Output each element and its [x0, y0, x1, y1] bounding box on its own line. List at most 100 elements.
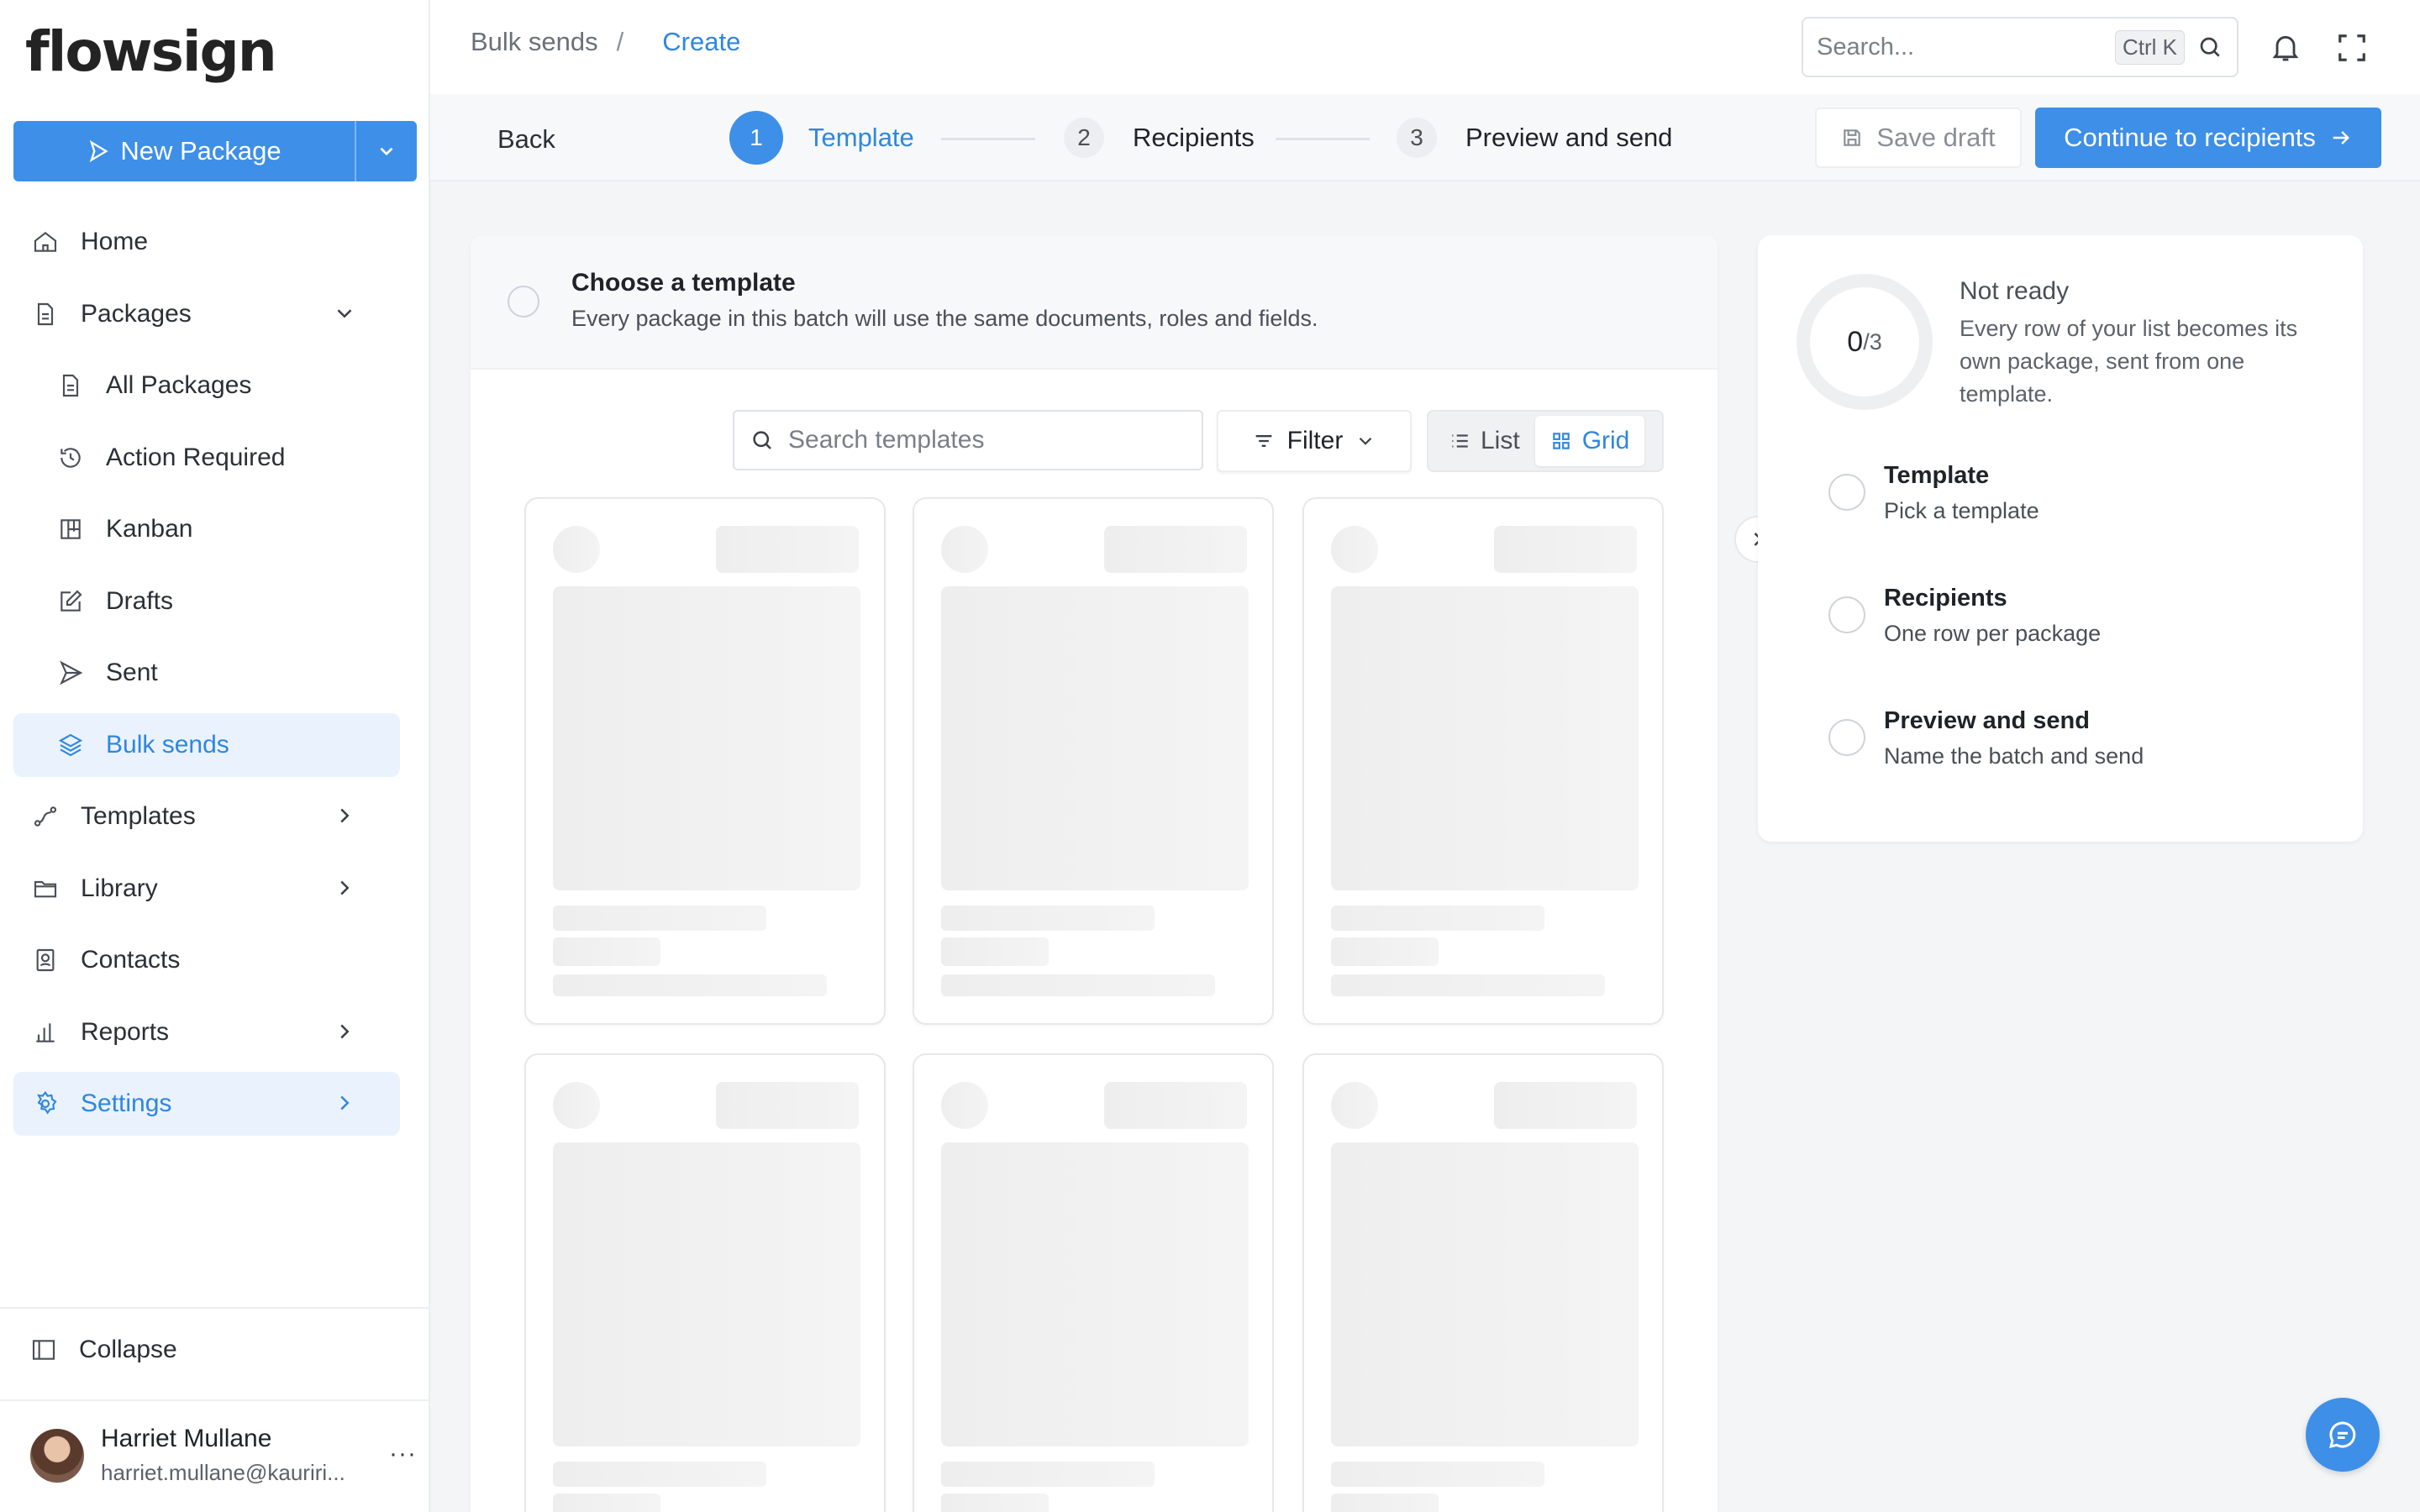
checklist-subtitle: Name the batch and send [1884, 743, 2144, 769]
step-connector [941, 138, 1035, 140]
skeleton-line [941, 974, 1215, 996]
sidebar-item-settings[interactable]: Settings [13, 1072, 400, 1136]
progress-ring: 0 /3 [1797, 274, 1933, 410]
sidebar-item-sent[interactable]: Sent [13, 641, 400, 705]
skeleton-line [941, 1462, 1155, 1487]
sidebar-item-templates[interactable]: Templates [13, 785, 400, 848]
divider [0, 1399, 430, 1401]
edit-icon [55, 588, 86, 615]
sidebar-item-label: Drafts [106, 586, 174, 615]
continue-to-recipients-button[interactable]: Continue to recipients [2035, 108, 2381, 168]
skeleton-avatar [1331, 526, 1378, 573]
avatar [30, 1428, 84, 1483]
skeleton-preview [1331, 1142, 1639, 1446]
skeleton-line [1331, 906, 1544, 931]
filter-button[interactable]: Filter [1217, 410, 1412, 472]
chevron-down-icon [376, 140, 397, 162]
divider [0, 1307, 430, 1309]
new-package-label: New Package [120, 136, 281, 165]
template-card-skeleton [524, 1053, 886, 1512]
sidebar-item-reports[interactable]: Reports [13, 1000, 400, 1064]
skeleton-line [553, 906, 766, 931]
checklist-title: Template [1884, 462, 1990, 489]
breadcrumb: Bulk sends / Create [471, 27, 740, 57]
template-card-skeleton [524, 497, 886, 1025]
back-button[interactable]: Back [497, 124, 555, 155]
skeleton-preview [553, 586, 860, 890]
checklist-status-circle [1828, 719, 1865, 756]
logo[interactable]: flowsign [25, 18, 277, 86]
step-preview-and-send[interactable]: 3 Preview and send [1397, 111, 1672, 165]
template-card-skeleton [913, 497, 1274, 1025]
contact-icon [30, 947, 60, 974]
skeleton-preview [1331, 586, 1639, 890]
skeleton-avatar [553, 526, 600, 573]
chat-button[interactable] [2306, 1398, 2380, 1472]
sidebar-nav: Home Packages All Packages Action Requir… [13, 210, 400, 1144]
template-search-input[interactable]: Search templates [733, 410, 1203, 470]
skeleton-line [1331, 1494, 1439, 1512]
collapse-button[interactable]: Collapse [30, 1336, 177, 1364]
grid-view-label: Grid [1581, 427, 1630, 454]
sidebar-item-library[interactable]: Library [13, 857, 400, 921]
chevron-down-icon [329, 301, 360, 326]
readiness-status: Not ready [1960, 277, 2070, 305]
sidebar-item-label: Templates [81, 802, 196, 830]
save-icon [1841, 127, 1863, 149]
skeleton-line [941, 1494, 1049, 1512]
checklist-item-preview-and-send: Preview and send Name the batch and send [1828, 707, 2144, 769]
step-recipients[interactable]: 2 Recipients [1064, 111, 1255, 165]
user-name: Harriet Mullane [101, 1425, 272, 1452]
sidebar-item-label: Kanban [106, 515, 193, 543]
bell-icon[interactable] [2269, 30, 2302, 64]
sidebar-item-label: Contacts [81, 946, 181, 974]
checklist-title: Recipients [1884, 585, 2007, 612]
step-label: Preview and send [1465, 123, 1673, 152]
checklist-subtitle: One row per package [1884, 621, 2102, 646]
new-package-dropdown-button[interactable] [356, 121, 417, 181]
topbar: Bulk sends / Create Search... Ctrl K [430, 0, 2420, 94]
chevron-down-icon [1355, 430, 1376, 452]
sidebar-item-home[interactable]: Home [13, 210, 400, 274]
skeleton-pill [1494, 526, 1637, 573]
save-draft-button[interactable]: Save draft [1815, 108, 2022, 168]
sidebar-item-action-required[interactable]: Action Required [13, 426, 400, 490]
skeleton-line [941, 937, 1049, 966]
step-bar: Back 1 Template 2 Recipients 3 Preview a… [430, 94, 2420, 181]
file-icon [30, 301, 60, 328]
fullscreen-icon[interactable] [2336, 32, 2368, 64]
list-view-button[interactable]: List [1434, 416, 1535, 466]
sidebar-item-kanban[interactable]: Kanban [13, 497, 400, 561]
global-search-input[interactable]: Search... Ctrl K [1802, 17, 2238, 77]
breadcrumb-separator: / [616, 27, 624, 56]
continue-label: Continue to recipients [2064, 123, 2316, 152]
grid-view-button[interactable]: Grid [1534, 416, 1645, 466]
skeleton-avatar [941, 526, 988, 573]
skeleton-line [553, 1494, 660, 1512]
search-placeholder: Search... [1817, 33, 1915, 60]
choose-template-card: Choose a template Every package in this … [471, 235, 1718, 1512]
skeleton-line [941, 906, 1155, 931]
sidebar-item-drafts[interactable]: Drafts [13, 570, 400, 633]
sidebar-item-packages[interactable]: Packages [13, 282, 400, 346]
search-placeholder: Search templates [788, 426, 985, 454]
chat-icon [2325, 1417, 2360, 1452]
sidebar-item-bulk-sends[interactable]: Bulk sends [13, 712, 400, 777]
chevron-right-icon [329, 803, 360, 828]
grid-icon [1550, 430, 1572, 452]
skeleton-pill [716, 526, 859, 573]
breadcrumb-bulk-sends[interactable]: Bulk sends [471, 27, 598, 57]
sidebar: flowsign New Package Home Packages All P… [0, 0, 430, 1512]
step-connector [1276, 138, 1370, 140]
new-package-button[interactable]: New Package [13, 121, 356, 181]
sidebar-item-all-packages[interactable]: All Packages [13, 354, 400, 417]
sidebar-item-contacts[interactable]: Contacts [13, 928, 400, 992]
checklist-status-circle [1828, 596, 1865, 633]
more-options-button[interactable]: ··· [389, 1440, 417, 1468]
step-template[interactable]: 1 Template [729, 111, 914, 165]
skeleton-line [553, 974, 827, 996]
user-profile[interactable]: Harriet Mullane harriet.mullane@kauriri.… [30, 1425, 417, 1486]
breadcrumb-create: Create [662, 27, 741, 56]
sidebar-item-label: Sent [106, 659, 158, 686]
sidebar-item-label: Action Required [106, 443, 286, 471]
